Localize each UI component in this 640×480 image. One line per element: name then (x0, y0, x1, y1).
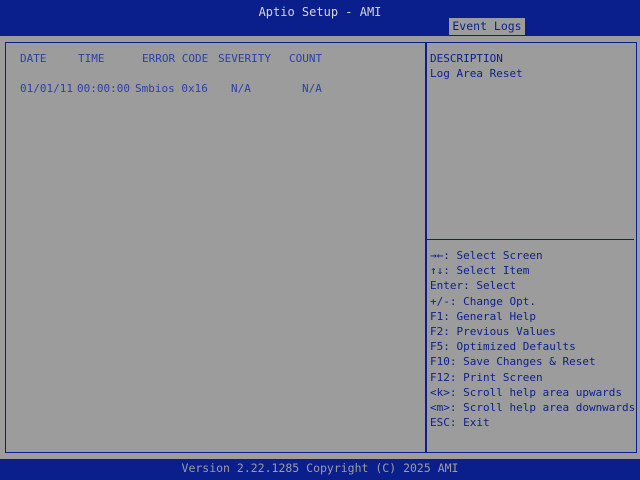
key-legend: →←: Select Screen ↑↓: Select Item Enter:… (430, 248, 635, 430)
key-hint-optimized-defaults: F5: Optimized Defaults (430, 340, 576, 354)
log-row-date[interactable]: 01/01/11 (20, 81, 73, 96)
key-hint-print-screen: F12: Print Screen (430, 370, 543, 384)
log-row-error-code[interactable]: Smbios 0x16 (135, 81, 208, 96)
key-hint-select-item: ↑↓: Select Item (430, 264, 530, 278)
main-panel: DATE TIME ERROR CODE SEVERITY COUNT 01/0… (0, 36, 640, 459)
column-header-error-code: ERROR CODE (142, 52, 209, 65)
column-header-severity: SEVERITY (218, 52, 271, 65)
event-log-panel (5, 42, 426, 453)
title-bar: Aptio Setup - AMI Event Logs (0, 0, 640, 36)
key-hint-enter: Enter: Select (430, 279, 517, 293)
log-row-severity[interactable]: N/A (231, 81, 251, 96)
key-hint-general-help: F1: General Help (430, 309, 536, 323)
log-row-count[interactable]: N/A (302, 81, 322, 96)
key-hint-scroll-down: <m>: Scroll help area downwards (430, 400, 636, 414)
help-description-title: DESCRIPTION (430, 52, 503, 65)
column-header-time: TIME (78, 52, 105, 65)
version-footer: Version 2.22.1285 Copyright (C) 2025 AMI (0, 459, 640, 480)
column-header-count: COUNT (289, 52, 323, 65)
key-hint-save-reset: F10: Save Changes & Reset (430, 355, 596, 369)
key-hint-scroll-up: <k>: Scroll help area upwards (430, 385, 623, 399)
tab-event-logs[interactable]: Event Logs (449, 18, 525, 35)
column-header-date: DATE (20, 52, 47, 65)
log-row-time[interactable]: 00:00:00 (77, 81, 130, 96)
key-hint-previous-values: F2: Previous Values (430, 324, 556, 338)
app-title: Aptio Setup - AMI (258, 5, 382, 19)
key-hint-exit: ESC: Exit (430, 416, 490, 430)
key-hint-select-screen: →←: Select Screen (430, 249, 543, 262)
key-hint-change-opt: +/-: Change Opt. (430, 294, 536, 308)
help-description-text: Log Area Reset (430, 67, 523, 80)
help-divider (427, 239, 634, 240)
